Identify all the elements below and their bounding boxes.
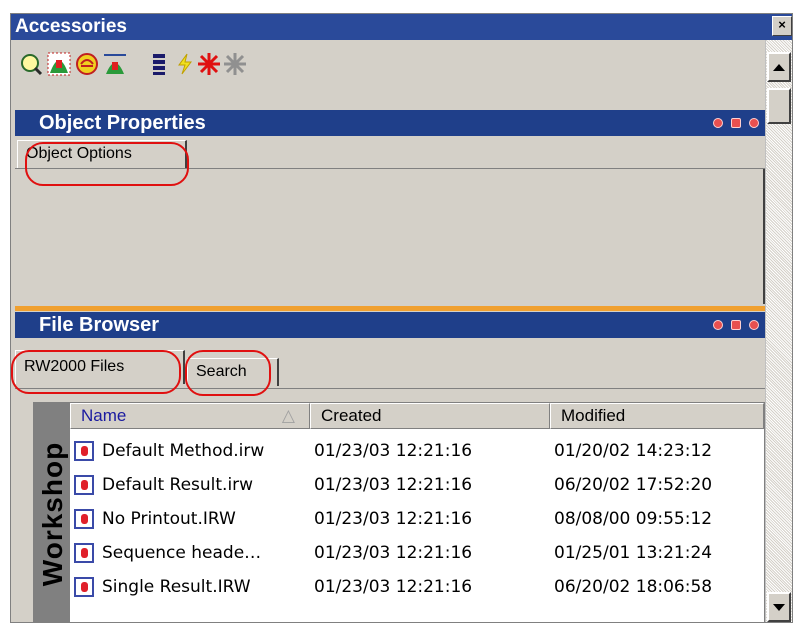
method-file-icon <box>74 509 94 529</box>
file-browser-header[interactable]: File Browser <box>15 312 765 338</box>
file-created: 01/23/03 12:21:16 <box>314 441 473 461</box>
file-modified: 06/20/02 17:52:20 <box>554 475 713 495</box>
file-modified: 01/25/01 13:21:24 <box>554 543 713 563</box>
object-properties-title: Object Properties <box>39 112 206 134</box>
panel-divider[interactable] <box>15 306 765 311</box>
peak-icon[interactable] <box>47 52 71 76</box>
window-title: Accessories <box>15 16 127 37</box>
panel-collapse-icon[interactable] <box>749 320 759 330</box>
column-header-name[interactable]: Name △ <box>70 403 310 429</box>
column-header-modified[interactable]: Modified <box>550 403 764 429</box>
file-created: 01/23/03 12:21:16 <box>314 475 473 495</box>
panel-restore-icon[interactable] <box>731 118 741 128</box>
panel-restore-icon[interactable] <box>731 320 741 330</box>
column-header-created[interactable]: Created <box>310 403 550 429</box>
file-created: 01/23/03 12:21:16 <box>314 543 473 563</box>
method-file-icon <box>74 577 94 597</box>
peak-width-icon[interactable] <box>103 52 127 76</box>
file-created: 01/23/03 12:21:16 <box>314 509 473 529</box>
window-titlebar[interactable]: Accessories × <box>11 14 792 40</box>
tab-rw2000-files[interactable]: RW2000 Files <box>15 350 185 384</box>
file-name: Default Result.irw <box>102 475 254 495</box>
file-modified: 08/08/00 09:55:12 <box>554 509 713 529</box>
panel-pin-icon[interactable] <box>713 320 723 330</box>
object-properties-tabs: Object Options <box>15 138 765 169</box>
file-name: Sequence heade… <box>102 543 262 563</box>
scroll-up-button[interactable] <box>767 52 791 82</box>
panel-collapse-icon[interactable] <box>749 118 759 128</box>
tab-object-options[interactable]: Object Options <box>17 140 187 168</box>
file-list: Workshop Name △ Created Modified Default… <box>33 402 765 622</box>
no-entry-icon[interactable] <box>75 52 99 76</box>
table-row[interactable]: Default Method.irw 01/23/03 12:21:16 01/… <box>70 435 764 467</box>
table-row[interactable]: Single Result.IRW 01/23/03 12:21:16 06/2… <box>70 571 764 603</box>
magnify-icon[interactable] <box>19 52 43 76</box>
file-modified: 01/20/02 14:23:12 <box>554 441 713 461</box>
method-file-icon <box>74 441 94 461</box>
stack-icon[interactable] <box>147 52 171 76</box>
scroll-down-button[interactable] <box>767 592 791 622</box>
object-properties-header[interactable]: Object Properties <box>15 110 765 136</box>
column-header-name-label: Name <box>81 406 127 425</box>
file-name: Default Method.irw <box>102 441 265 461</box>
panel-pin-icon[interactable] <box>713 118 723 128</box>
table-row[interactable]: No Printout.IRW 01/23/03 12:21:16 08/08/… <box>70 503 764 535</box>
close-button[interactable]: × <box>772 16 792 36</box>
tab-search[interactable]: Search <box>187 358 279 386</box>
file-modified: 06/20/02 18:06:58 <box>554 577 713 597</box>
gray-star-icon[interactable] <box>223 52 247 76</box>
workshop-side-panel: Workshop <box>34 403 70 622</box>
file-created: 01/23/03 12:21:16 <box>314 577 473 597</box>
scroll-thumb[interactable] <box>767 88 791 124</box>
accessories-window: Accessories × Object Properties Object O… <box>10 13 793 623</box>
workshop-label: Workshop <box>37 441 68 587</box>
lightning-icon[interactable] <box>173 52 197 76</box>
file-browser-tabs: RW2000 Files Search <box>15 340 765 389</box>
toolbar <box>11 42 766 86</box>
object-properties-body <box>15 169 765 304</box>
vertical-scrollbar[interactable] <box>765 40 792 622</box>
file-name: Single Result.IRW <box>102 577 251 597</box>
method-file-icon <box>74 543 94 563</box>
sort-ascending-icon: △ <box>281 406 295 425</box>
table-row[interactable]: Default Result.irw 01/23/03 12:21:16 06/… <box>70 469 764 501</box>
table-row[interactable]: Sequence heade… 01/23/03 12:21:16 01/25/… <box>70 537 764 569</box>
red-star-icon[interactable] <box>197 52 221 76</box>
method-file-icon <box>74 475 94 495</box>
file-browser-title: File Browser <box>39 314 160 336</box>
file-name: No Printout.IRW <box>102 509 236 529</box>
